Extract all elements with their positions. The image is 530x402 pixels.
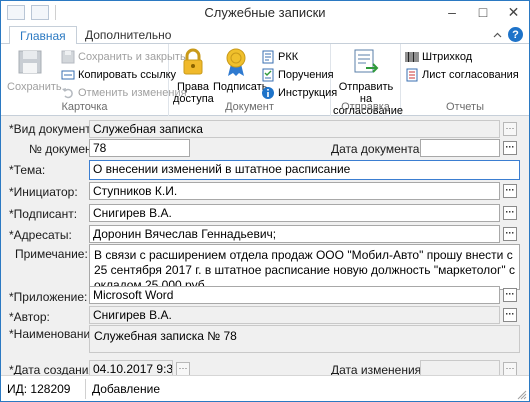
author-field: Снигирев В.А. — [89, 306, 500, 324]
ribbon: Сохранить Сохранить и закрыть Копировать… — [1, 44, 529, 117]
document-form: *Вид документа: Служебная записка ··· № … — [1, 116, 529, 378]
cancel-changes-button[interactable]: Отменить изменения — [61, 85, 187, 101]
tab-home[interactable]: Главная — [9, 26, 77, 45]
status-bar: ИД: 128209 Добавление — [1, 375, 529, 401]
approval-sheet-button[interactable]: Лист согласования — [405, 67, 519, 83]
save-button-label: Сохранить — [7, 81, 62, 93]
doc-date-picker-button[interactable]: ··· — [503, 141, 517, 155]
ribbon-group-send: Отправить на согласование Отправка — [331, 44, 403, 117]
close-button[interactable]: ✕ — [498, 1, 529, 23]
note-label: Примечание: — [15, 247, 88, 261]
attachment-picker-button[interactable]: ··· — [503, 288, 517, 302]
addressees-label: *Адресаты: — [9, 228, 72, 242]
ribbon-group-reports-label: Отчеты — [445, 101, 485, 113]
undo-icon — [61, 86, 75, 100]
access-rights-button[interactable]: Права доступа — [173, 46, 214, 105]
barcode-icon — [405, 50, 419, 64]
initiator-label: *Инициатор: — [9, 185, 78, 199]
signer-picker-button[interactable]: ··· — [503, 206, 517, 220]
tasks-label: Поручения — [278, 69, 334, 81]
sign-label: Подписать — [213, 81, 268, 93]
signer-input[interactable]: Снигирев В.А. — [89, 204, 500, 222]
doc-type-field: Служебная записка — [89, 120, 500, 138]
link-icon — [61, 68, 75, 82]
title-name-field: Служебная записка № 78 — [89, 325, 520, 353]
barcode-button[interactable]: Штрихкод — [405, 49, 472, 65]
doc-date-input[interactable] — [420, 139, 500, 157]
record-id: ИД: 128209 — [7, 382, 71, 396]
addressees-input[interactable]: Доронин Вячеслав Геннадьевич; — [89, 225, 500, 243]
doc-type-label: *Вид документа: — [9, 122, 101, 136]
note-textarea[interactable]: В связи с расширением отдела продаж ООО … — [89, 244, 520, 290]
ribbon-group-card-label: Карточка — [61, 101, 108, 113]
sign-button[interactable]: Подписать — [213, 46, 267, 93]
tasks-icon — [261, 68, 275, 82]
title-name-label: *Наименование: — [9, 327, 101, 341]
signer-label: *Подписант: — [9, 207, 78, 221]
app-window: Служебные записки – □ ✕ Главная Дополнит… — [0, 0, 530, 402]
ribbon-tabs: Главная Дополнительно ? — [1, 25, 529, 45]
lock-icon — [177, 46, 209, 78]
doc-type-picker-button[interactable]: ··· — [503, 122, 517, 136]
title-bar: Служебные записки – □ ✕ — [1, 1, 529, 25]
save-close-icon — [61, 50, 75, 64]
attachment-input[interactable]: Microsoft Word — [89, 286, 500, 304]
approval-sheet-label: Лист согласования — [422, 69, 519, 81]
doc-date-label: Дата документа: — [331, 142, 423, 156]
edit-mode: Добавление — [92, 382, 160, 396]
ribbon-group-card: Сохранить Сохранить и закрыть Копировать… — [1, 44, 187, 116]
minimize-button[interactable]: – — [437, 1, 467, 23]
doc-number-input[interactable]: 78 — [89, 139, 190, 157]
created-date-picker-button[interactable]: ··· — [176, 362, 190, 376]
collapse-ribbon-icon[interactable] — [492, 30, 502, 40]
seal-icon — [220, 46, 252, 78]
addressees-picker-button[interactable]: ··· — [503, 227, 517, 241]
help-icon[interactable]: ? — [508, 27, 523, 42]
tasks-button[interactable]: Поручения — [261, 67, 334, 83]
instruction-label: Инструкция — [278, 87, 338, 99]
save-button[interactable]: Сохранить — [7, 46, 62, 93]
subject-label: *Тема: — [9, 163, 46, 177]
report-sheet-icon — [405, 68, 419, 82]
author-picker-button[interactable]: ··· — [503, 308, 517, 322]
instruction-button[interactable]: Инструкция — [261, 85, 337, 101]
barcode-label: Штрихкод — [422, 51, 473, 63]
rkk-label: РКК — [278, 51, 299, 63]
tab-bar-icons: ? — [492, 27, 523, 42]
initiator-input[interactable]: Ступников К.И. — [89, 182, 500, 200]
author-label: *Автор: — [9, 310, 50, 324]
copy-link-label: Копировать ссылку — [78, 69, 177, 81]
ribbon-group-send-label: Отправка — [341, 101, 390, 113]
maximize-button[interactable]: □ — [468, 1, 498, 23]
initiator-picker-button[interactable]: ··· — [503, 184, 517, 198]
send-icon — [350, 46, 382, 78]
ribbon-group-document: Права доступа Подписать РКК Поручения Ин… — [169, 44, 337, 116]
subject-input[interactable]: О внесении изменений в штатное расписани… — [89, 160, 520, 180]
attachment-label: *Приложение: — [9, 290, 88, 304]
rkk-icon — [261, 50, 275, 64]
modified-date-picker-button[interactable]: ··· — [503, 362, 517, 376]
ribbon-group-reports: Штрихкод Лист согласования Отчеты — [401, 44, 529, 116]
copy-link-button[interactable]: Копировать ссылку — [61, 67, 176, 83]
tab-additional[interactable]: Дополнительно — [75, 26, 181, 44]
ribbon-group-document-label: Документ — [225, 101, 274, 113]
status-separator — [85, 379, 86, 399]
rkk-button[interactable]: РКК — [261, 49, 298, 65]
save-close-button[interactable]: Сохранить и закрыть — [61, 49, 186, 65]
save-icon — [14, 46, 46, 78]
info-icon — [261, 86, 275, 100]
resize-grip-icon[interactable] — [517, 389, 527, 400]
